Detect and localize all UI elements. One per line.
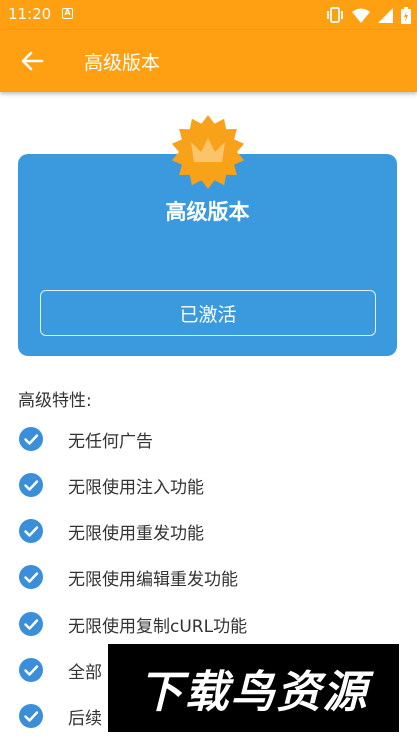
wifi-icon: [352, 8, 370, 23]
status-icons: [326, 6, 411, 24]
check-circle-icon: [19, 704, 43, 728]
back-button[interactable]: [16, 45, 48, 77]
watermark-text: 下载鸟资源: [138, 667, 369, 718]
check-circle-icon: [19, 473, 43, 497]
crown-badge-icon: [171, 115, 245, 189]
feature-label: 后续: [68, 708, 102, 729]
feature-item: 无限使用复制cURL功能: [18, 611, 247, 637]
check-circle-icon: [19, 519, 43, 543]
card-title: 高级版本: [165, 200, 250, 224]
check-circle-icon: [19, 612, 43, 636]
status-bar: 11:20 A: [0, 0, 417, 30]
notification-icon: A: [62, 8, 73, 19]
signal-icon: [378, 7, 393, 23]
check-circle-icon: [19, 658, 43, 682]
check-circle-icon: [19, 427, 43, 451]
feature-label: 无任何广告: [68, 431, 153, 452]
feature-item: 后续: [18, 703, 102, 729]
check-circle-icon: [19, 565, 43, 589]
watermark-overlay: 下载鸟资源: [108, 644, 399, 732]
feature-item: 无任何广告: [18, 426, 153, 452]
feature-item: 无限使用重发功能: [18, 518, 204, 544]
status-time: 11:20: [8, 5, 52, 23]
feature-label: 无限使用编辑重发功能: [68, 569, 238, 590]
feature-label: 无限使用注入功能: [68, 477, 204, 498]
app-toolbar: 高级版本: [0, 30, 417, 92]
page-title: 高级版本: [84, 52, 161, 74]
feature-label: 全部: [68, 662, 102, 683]
battery-icon: [401, 6, 411, 24]
activated-button[interactable]: 已激活: [40, 290, 376, 336]
features-heading: 高级特性:: [18, 391, 92, 411]
feature-item: 无限使用注入功能: [18, 472, 204, 498]
feature-item: 全部: [18, 657, 102, 683]
arrow-left-icon: [21, 51, 44, 71]
feature-item: 无限使用编辑重发功能: [18, 564, 238, 590]
vibrate-icon: [327, 7, 343, 23]
feature-label: 无限使用复制cURL功能: [68, 616, 248, 637]
feature-label: 无限使用重发功能: [68, 523, 204, 544]
